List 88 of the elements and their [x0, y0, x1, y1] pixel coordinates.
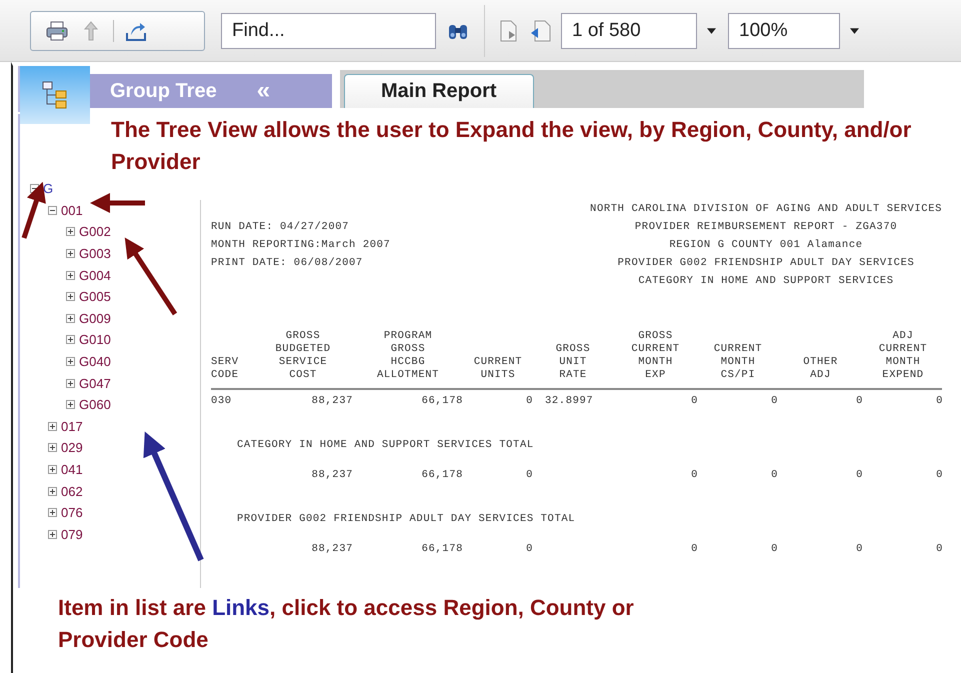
column-header: OTHER ADJ — [802, 356, 839, 382]
report-header-line: RUN DATE: 04/27/2007 — [211, 220, 350, 235]
arrow — [90, 193, 145, 213]
table-cell-text: 0 — [690, 468, 698, 483]
tree-link[interactable]: G010 — [79, 332, 111, 348]
tree-link[interactable]: G040 — [79, 354, 111, 370]
expand-icon[interactable] — [66, 270, 75, 280]
expand-icon[interactable] — [48, 508, 57, 518]
column-header: GROSS UNIT RATE — [554, 343, 592, 382]
column-header: CURRENT MONTH CS/PI — [712, 343, 764, 382]
tree-link[interactable]: G060 — [79, 397, 111, 412]
table-cell-text: 0 — [855, 542, 863, 557]
table-cell-text: 0 — [770, 542, 778, 557]
expand-icon[interactable] — [48, 530, 57, 539]
report-title-line: PROVIDER G002 FRIENDSHIP ADULT DAY SERVICES — [616, 256, 916, 271]
report-title-line: PROVIDER REIMBURSEMENT REPORT - ZGA370 — [634, 220, 898, 235]
collapse-icon[interactable] — [48, 206, 57, 215]
report-title-line: REGION G COUNTY 001 Alamance — [668, 238, 864, 253]
expand-icon[interactable] — [66, 314, 75, 323]
table-cell-text: 88,237 — [310, 394, 353, 409]
panel-title: Group Tree — [110, 80, 217, 102]
page-field[interactable]: 1 of 580 — [561, 12, 697, 48]
expand-icon[interactable] — [48, 486, 57, 496]
annotation-text: The Tree View allows the user to Expand the view, by Region, County, and/or Provider — [18, 114, 951, 178]
table-cell-text: 0 — [770, 468, 778, 483]
column-header: GROSS BUDGETED SERVICE COST — [274, 330, 332, 382]
table-cell-text: 66,178 — [420, 542, 463, 557]
tree-link[interactable]: 029 — [61, 440, 83, 456]
tree-link[interactable]: G009 — [79, 310, 111, 326]
column-header: ADJ CURRENT MONTH EXPEND — [878, 330, 928, 382]
report-header-line: PRINT DATE: 06/08/2007 — [211, 256, 364, 271]
column-header: GROSS CURRENT MONTH EXP — [630, 330, 681, 382]
table-cell-text: 0 — [690, 542, 698, 557]
tree-link[interactable]: 079 — [61, 526, 83, 542]
annotation-text: Item in list are Links, click to access Region, County or Provider Code — [57, 594, 635, 654]
printer-icon[interactable] — [45, 18, 69, 42]
tree-link[interactable]: G — [43, 181, 54, 196]
expand-icon[interactable] — [66, 357, 75, 366]
table-cell-text: 0 — [525, 468, 533, 483]
table-cell-text: 66,178 — [420, 394, 463, 409]
table-cell-text: 0 — [770, 394, 778, 409]
expand-icon[interactable] — [66, 249, 75, 258]
expand-icon[interactable] — [48, 465, 57, 474]
tree-link[interactable]: 001 — [61, 202, 83, 218]
column-header: PROGRAM GROSS HCCBG ALLOTMENT — [376, 330, 440, 382]
table-cell-text: 88,237 — [310, 542, 353, 557]
table-cell-text: 0 — [525, 542, 533, 557]
table-cell-text: 0 — [690, 394, 698, 409]
table-cell-text: 0 — [855, 394, 863, 409]
expand-icon[interactable] — [48, 443, 57, 452]
find-field[interactable]: Find... — [221, 12, 436, 48]
subtotal-caption: PROVIDER G002 FRIENDSHIP ADULT DAY SERVICES TOTAL — [236, 512, 576, 527]
dropdown-caret-icon[interactable] — [850, 28, 859, 34]
page-back-icon[interactable] — [529, 18, 553, 42]
report-header-line: MONTH REPORTING:March 2007 — [211, 238, 390, 253]
tab[interactable]: Main Report — [344, 74, 534, 108]
table-cell-text: 0 — [525, 394, 533, 409]
zoom-field[interactable]: 100% — [728, 12, 840, 48]
tree-link[interactable]: G047 — [79, 376, 111, 391]
column-header: SERV CODE — [211, 356, 240, 382]
expand-icon[interactable] — [48, 422, 57, 431]
tree-link[interactable]: G005 — [79, 289, 111, 304]
table-cell-text: 88,237 — [310, 468, 353, 483]
tree-link[interactable]: G004 — [79, 268, 111, 283]
column-header: CURRENT UNITS — [472, 356, 524, 382]
tree-icon[interactable] — [41, 79, 69, 111]
table-cell-text: 32.8997 — [544, 394, 594, 409]
table-cell-text: 0 — [935, 468, 943, 483]
tree-link[interactable]: 017 — [61, 418, 83, 434]
expand-icon[interactable] — [66, 378, 75, 388]
expand-icon[interactable] — [66, 292, 75, 302]
table-cell-text: 0 — [935, 394, 943, 409]
tree-link[interactable]: 076 — [61, 505, 83, 520]
expand-icon[interactable] — [66, 400, 75, 410]
dropdown-caret-icon[interactable] — [707, 28, 716, 34]
tree-link[interactable]: G002 — [79, 224, 111, 240]
table-cell-text: 0 — [855, 468, 863, 483]
table-cell-text: 0 — [935, 542, 943, 557]
tree-link[interactable]: 062 — [61, 484, 83, 499]
tree-link[interactable]: G003 — [79, 246, 111, 262]
subtotal-caption: CATEGORY IN HOME AND SUPPORT SERVICES TOTAL — [236, 438, 535, 453]
expand-icon[interactable] — [66, 335, 75, 344]
table-cell-text: 030 — [211, 394, 233, 409]
table-cell-text: 66,178 — [420, 468, 463, 483]
report-title-line: NORTH CAROLINA DIVISION OF AGING AND ADULT SERVICES — [590, 202, 942, 217]
tree-link[interactable]: 041 — [61, 462, 83, 478]
expand-icon[interactable] — [66, 227, 75, 236]
report-title-line: CATEGORY IN HOME AND SUPPORT SERVICES — [637, 274, 895, 289]
